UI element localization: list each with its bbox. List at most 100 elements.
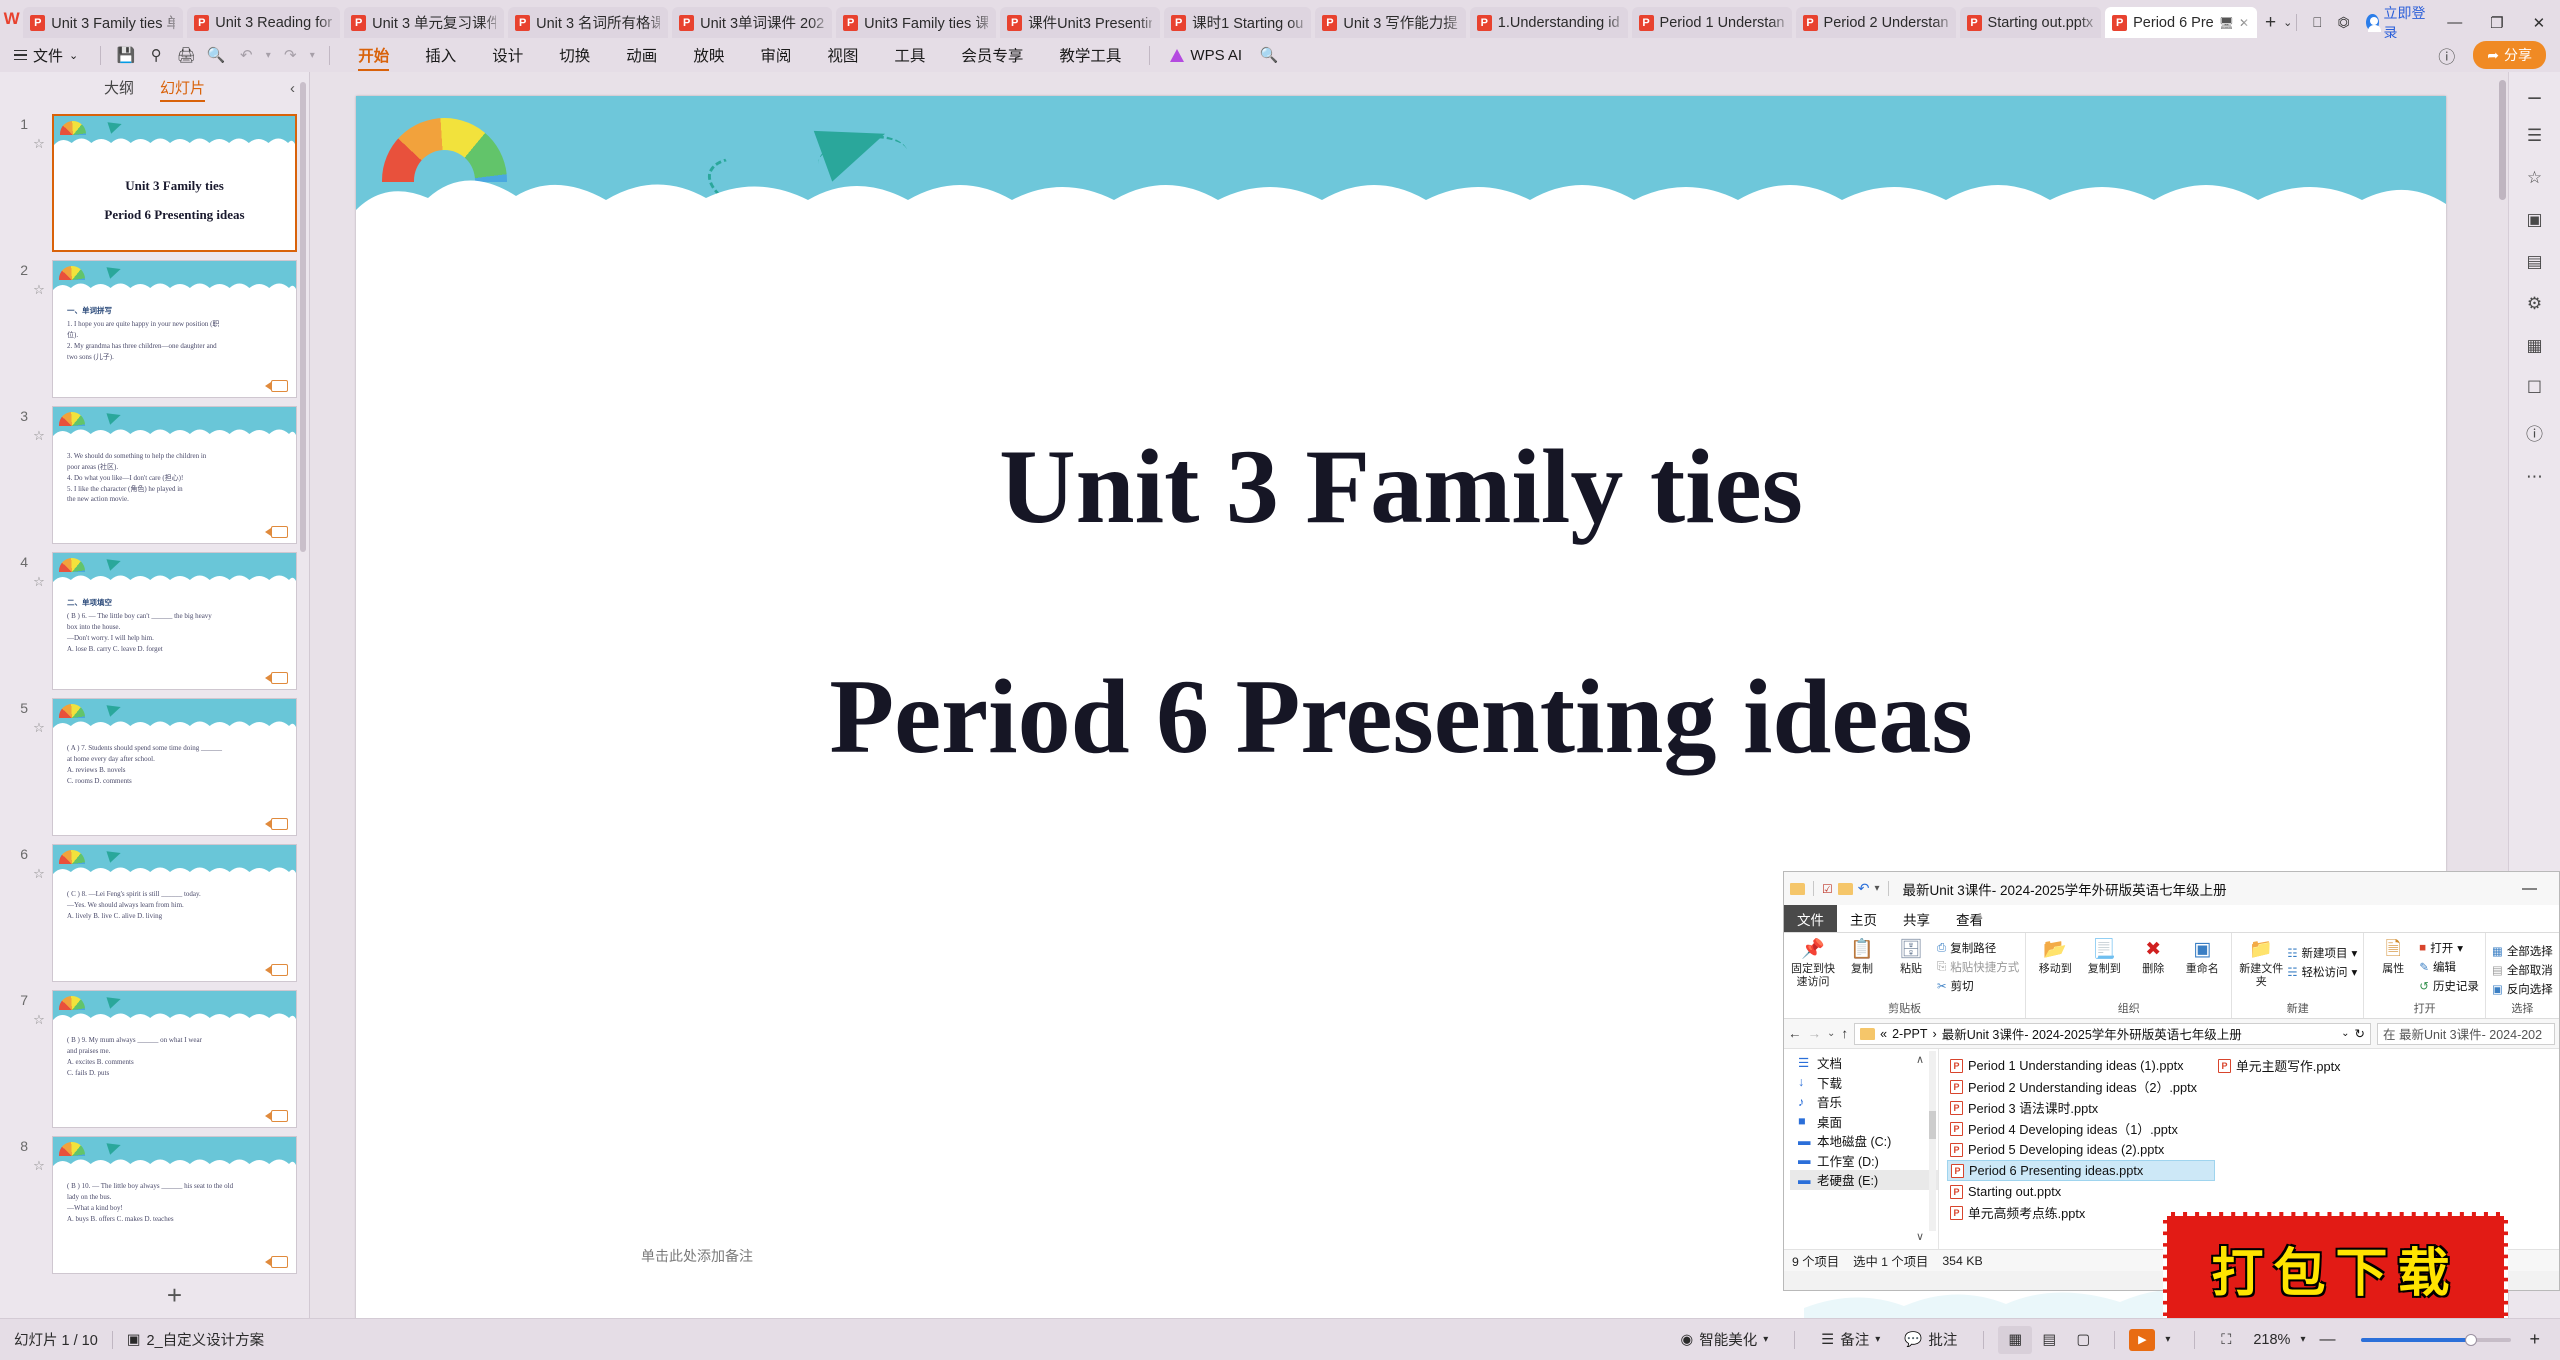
zoom-in-button[interactable]: + (2523, 1329, 2546, 1350)
new-folder-quick-icon[interactable] (1837, 882, 1853, 895)
slide-thumbnail[interactable]: ( B ) 10. — The little boy always ______… (52, 1136, 297, 1274)
cube-icon[interactable]: ⏣ (2338, 14, 2350, 31)
crop-icon[interactable]: ☐ (2527, 378, 2542, 398)
shapes-icon[interactable]: ⚙ (2527, 294, 2542, 314)
zoom-slider[interactable] (2361, 1333, 2512, 1346)
file-list-item[interactable]: P Period 6 Presenting ideas.pptx (1947, 1160, 2215, 1181)
help-circle-icon[interactable]: ⓘ (2526, 420, 2543, 445)
cut-button[interactable]: ✂ 剪切 (1937, 978, 2019, 994)
zoom-value[interactable]: 218% (2243, 1332, 2300, 1348)
document-tab[interactable]: P Unit 3 写作能力提 (1315, 7, 1466, 38)
paste-shortcut-button[interactable]: ⎘ 粘贴快捷方式 (1937, 959, 2019, 975)
fit-to-window-button[interactable]: ⛶ (2209, 1326, 2243, 1354)
file-list-item[interactable]: P Period 3 语法课时.pptx (1947, 1097, 2215, 1118)
play-slideshow-button[interactable]: ▶ (2129, 1328, 2156, 1351)
copy-to-button[interactable]: 📃 复制到 (2081, 937, 2127, 976)
explorer-search-input[interactable]: 在 最新Unit 3课件- 2024-202 (2377, 1022, 2555, 1045)
select-none-button[interactable]: ▤ 全部取消 (2492, 962, 2553, 978)
new-tab-button[interactable]: + ⌄ (2261, 7, 2296, 38)
select-all-button[interactable]: ▦ 全部选择 (2492, 943, 2553, 959)
ribbon-tab-会员专享[interactable]: 会员专享 (943, 38, 1041, 72)
slide-thumbnail-row[interactable]: 8 ☆ ( B ) 10. — The little boy always ____… (0, 1128, 309, 1274)
delete-button[interactable]: ✖ 删除 (2130, 937, 2176, 976)
favorite-star-icon[interactable]: ☆ (28, 990, 50, 1028)
minimize-button[interactable]: — (2442, 14, 2468, 31)
collapse-panel-button[interactable]: ‹ (290, 80, 295, 97)
file-list-item[interactable]: P Period 1 Understanding ideas (1).pptx (1947, 1055, 2215, 1076)
favorite-star-icon[interactable]: ☆ (28, 552, 50, 590)
document-tab[interactable]: P Unit3 Family ties 课 (836, 7, 997, 38)
copy-path-button[interactable]: ⎙ 复制路径 (1937, 940, 2019, 956)
copy-button[interactable]: 📋 复制 (1839, 937, 1885, 976)
comments-button[interactable]: 💬 批注 (1892, 1329, 1969, 1350)
pin-to-quick-access-button[interactable]: 📌 固定到快速访问 (1790, 937, 1836, 988)
slide-thumbnail-list[interactable]: 1 ☆ Unit 3 Family ties Period 6 Presenting … (0, 106, 309, 1318)
slide-thumbnail[interactable]: ( A ) 7. Students should spend some time… (52, 698, 297, 836)
document-tab[interactable]: P Period 1 Understan (1631, 7, 1792, 38)
undo-icon[interactable]: ↶ (231, 46, 261, 64)
edit-button[interactable]: ✎ 编辑 (2419, 959, 2479, 975)
more-caret-icon[interactable]: ▾ (305, 50, 319, 61)
slide-thumbnail[interactable]: ( C ) 8. —Lei Feng's spirit is still ___… (52, 844, 297, 982)
document-tab[interactable]: P 课时1 Starting ou (1164, 7, 1312, 38)
reading-view-button[interactable]: ▢ (2066, 1326, 2100, 1354)
favorite-star-icon[interactable]: ☆ (28, 698, 50, 736)
undo-caret-icon[interactable]: ▾ (261, 50, 275, 61)
slide-title-line2[interactable]: Period 6 Presenting ideas (356, 656, 2446, 778)
list-icon[interactable]: ☰ (2527, 126, 2542, 146)
ribbon-tab-教学工具[interactable]: 教学工具 (1041, 38, 1139, 72)
notes-placeholder[interactable]: 单击此处添加备注 (641, 1246, 753, 1266)
minus-icon[interactable]: ⚊ (2527, 84, 2542, 104)
ribbon-tab-开始[interactable]: 开始 (340, 38, 407, 72)
save-as-icon[interactable]: ⚲ (141, 46, 171, 64)
new-folder-button[interactable]: 📁 新建文件夹 (2238, 937, 2284, 988)
file-list-item[interactable]: P Period 4 Developing ideas（1）.pptx (1947, 1118, 2215, 1139)
ribbon-tab-放映[interactable]: 放映 (675, 38, 742, 72)
tab-slides[interactable]: 幻灯片 (160, 77, 206, 102)
nav-scroll-down-icon[interactable]: ∨ (1916, 1230, 1924, 1243)
wps-ai-button[interactable]: WPS AI (1170, 47, 1242, 64)
slide-thumbnail-row[interactable]: 6 ☆ ( C ) 8. —Lei Feng's spirit is still _… (0, 836, 309, 982)
nav-item[interactable]: ▬ 工作室 (D:) (1790, 1151, 1938, 1171)
slide-thumbnail-row[interactable]: 5 ☆ ( A ) 7. Students should spend some ti… (0, 690, 309, 836)
share-button[interactable]: ➦ 分享 (2473, 41, 2546, 69)
chart-icon[interactable]: ▤ (2526, 252, 2542, 272)
slide-thumbnail[interactable]: 3. We should do something to help the ch… (52, 406, 297, 544)
explorer-tab-查看[interactable]: 查看 (1943, 905, 1996, 932)
document-tab[interactable]: P 课件Unit3 Presentin (1000, 7, 1161, 38)
properties-quick-icon[interactable]: ☑ (1822, 882, 1833, 896)
explorer-navigation-pane[interactable]: ☰ 文档 ↓ 下载 ♪ 音乐 ■ 桌面 ▬ 本地磁盘 (C:) ▬ 工作室 (D:) ▬ 老硬盘 (E:)… (1784, 1049, 1939, 1249)
nav-item[interactable]: ▬ 老硬盘 (E:) (1790, 1170, 1938, 1190)
slide-thumbnail-row[interactable]: 1 ☆ Unit 3 Family ties Period 6 Presenting … (0, 106, 309, 252)
file-list-item[interactable]: P Period 5 Developing ideas (2).pptx (1947, 1139, 2215, 1160)
normal-view-button[interactable]: ▦ (1998, 1325, 2033, 1354)
properties-button[interactable]: 🗎 属性 (2370, 937, 2416, 976)
close-tab-icon[interactable]: ✕ (2239, 16, 2249, 30)
ribbon-tab-工具[interactable]: 工具 (876, 38, 943, 72)
file-list-item[interactable]: P Period 2 Understanding ideas（2）.pptx (1947, 1076, 2215, 1097)
design-scheme-label[interactable]: 2_自定义设计方案 (147, 1329, 265, 1350)
nav-item[interactable]: ▬ 本地磁盘 (C:) (1790, 1131, 1938, 1151)
star-icon[interactable]: ☆ (2527, 168, 2542, 188)
favorite-star-icon[interactable]: ☆ (28, 844, 50, 882)
file-menu-button[interactable]: 文件 ⌄ (14, 45, 78, 66)
add-slide-button[interactable]: + (0, 1274, 309, 1311)
explorer-tab-文件[interactable]: 文件 (1784, 905, 1837, 932)
favorite-star-icon[interactable]: ☆ (28, 1136, 50, 1174)
slide-thumbnail-row[interactable]: 2 ☆ 一、单词拼写 1. I hope you are quite happy in… (0, 252, 309, 398)
back-button[interactable]: ← (1788, 1026, 1802, 1041)
ribbon-tab-审阅[interactable]: 审阅 (742, 38, 809, 72)
nav-item[interactable]: ■ 桌面 (1790, 1112, 1938, 1132)
slide-thumbnail[interactable]: ( B ) 9. My mum always ______ on what I … (52, 990, 297, 1128)
ribbon-tab-设计[interactable]: 设计 (474, 38, 541, 72)
close-button[interactable]: ✕ (2526, 14, 2552, 32)
nav-item[interactable]: ↓ 下载 (1790, 1073, 1938, 1093)
undo-quick-icon[interactable]: ↶ (1858, 880, 1870, 897)
slide-title-line1[interactable]: Unit 3 Family ties (356, 426, 2446, 548)
forward-button[interactable]: → (1808, 1026, 1822, 1041)
document-tab[interactable]: P Unit 3单词课件 202 (672, 7, 833, 38)
breadcrumb-item-2[interactable]: 最新Unit 3课件- 2024-2025学年外研版英语七年级上册 (1942, 1024, 2242, 1043)
favorite-star-icon[interactable]: ☆ (28, 406, 50, 444)
nav-scrollbar[interactable] (1929, 1051, 1936, 1231)
file-list-item[interactable]: P Starting out.pptx (1947, 1181, 2215, 1202)
